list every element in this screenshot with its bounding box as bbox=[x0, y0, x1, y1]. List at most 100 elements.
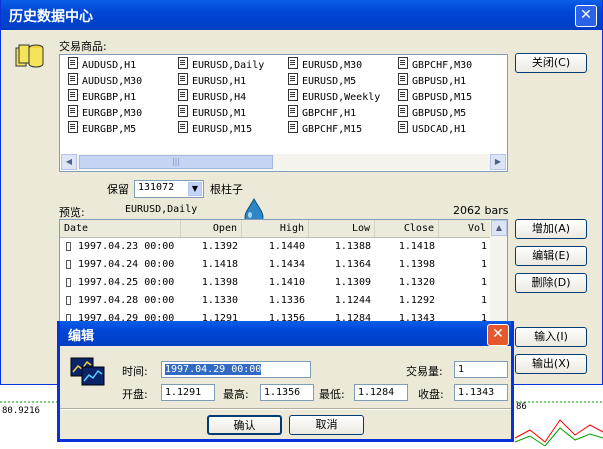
product-item[interactable]: USDCAD,H1 bbox=[398, 121, 466, 137]
cancel-button[interactable]: 取消 bbox=[289, 415, 364, 435]
product-item[interactable]: EURGBP,H1 bbox=[68, 89, 136, 105]
close-button[interactable]: 关闭(C) bbox=[515, 53, 587, 73]
product-item[interactable]: EURUSD,M15 bbox=[178, 121, 252, 137]
scroll-up-icon[interactable]: ▲ bbox=[491, 220, 507, 236]
document-icon bbox=[178, 73, 188, 85]
close-label: 收盘: bbox=[418, 388, 444, 401]
open-field[interactable]: 1.1291 bbox=[161, 384, 215, 401]
product-item[interactable]: EURGBP,M5 bbox=[68, 121, 136, 137]
product-label: AUDUSD,H1 bbox=[82, 60, 137, 71]
product-item[interactable]: AUDUSD,M30 bbox=[68, 73, 142, 89]
low-label: 最低: bbox=[319, 388, 345, 401]
column-low[interactable]: Low bbox=[309, 220, 375, 237]
product-item[interactable]: GBPCHF,M30 bbox=[398, 57, 472, 73]
bars-count: 2062 bars bbox=[453, 204, 509, 217]
product-item[interactable]: GBPUSD,H1 bbox=[398, 73, 466, 89]
column-date[interactable]: Date bbox=[60, 220, 181, 237]
document-icon bbox=[68, 57, 78, 69]
table-cell: 1.1418 bbox=[201, 259, 238, 270]
product-item[interactable]: EURUSD,H4 bbox=[178, 89, 246, 105]
delete-button[interactable]: 删除(D) bbox=[515, 273, 587, 293]
table-cell: 1.1418 bbox=[398, 241, 435, 252]
document-icon bbox=[398, 121, 408, 133]
low-field[interactable]: 1.1284 bbox=[354, 384, 408, 401]
product-item[interactable]: EURUSD,M30 bbox=[288, 57, 362, 73]
product-item[interactable]: GBPCHF,H1 bbox=[288, 105, 356, 121]
product-item[interactable]: GBPCHF,M15 bbox=[288, 121, 362, 137]
close-icon[interactable]: ✕ bbox=[487, 324, 509, 346]
column-close[interactable]: Close bbox=[375, 220, 439, 237]
table-row[interactable]: 1997.04.24 00:00 1.1418 1.1434 1.1364 1.1398… bbox=[60, 256, 491, 273]
column-open[interactable]: Open bbox=[181, 220, 242, 237]
close-icon[interactable]: ✕ bbox=[575, 5, 597, 27]
table-cell: 1.1292 bbox=[398, 295, 435, 306]
table-cell: 1.1388 bbox=[334, 241, 371, 252]
product-item[interactable]: EURUSD,Daily bbox=[178, 57, 264, 73]
divider bbox=[60, 408, 511, 410]
product-label: EURUSD,Daily bbox=[192, 60, 265, 71]
keep-label: 保留 bbox=[107, 183, 129, 196]
bar-icon bbox=[66, 242, 71, 251]
product-label: GBPUSD,M15 bbox=[412, 92, 473, 103]
table-row[interactable]: 1997.04.28 00:00 1.1330 1.1336 1.1244 1.1292… bbox=[60, 292, 491, 309]
keep-select[interactable]: 131072 ▼ bbox=[134, 180, 204, 198]
scroll-right-icon[interactable]: ▶ bbox=[490, 154, 506, 170]
product-item[interactable]: GBPUSD,M5 bbox=[398, 105, 466, 121]
product-item[interactable]: GBPUSD,M15 bbox=[398, 89, 472, 105]
edit-button[interactable]: 编辑(E) bbox=[515, 246, 587, 266]
product-item[interactable]: EURUSD,H1 bbox=[178, 73, 246, 89]
product-label: AUDUSD,M30 bbox=[82, 76, 143, 87]
import-button[interactable]: 输入(I) bbox=[515, 327, 587, 347]
preview-label: 预览: bbox=[59, 206, 85, 219]
high-label: 最高: bbox=[223, 388, 249, 401]
document-icon bbox=[68, 73, 78, 85]
product-label: EURUSD,M5 bbox=[302, 76, 357, 87]
table-row[interactable]: 1997.04.25 00:00 1.1398 1.1410 1.1309 1.1320… bbox=[60, 274, 491, 291]
table-cell: 1.1398 bbox=[398, 259, 435, 270]
add-button[interactable]: 增加(A) bbox=[515, 219, 587, 239]
edit-title-bar: 编辑 ✕ bbox=[60, 321, 511, 346]
table-cell: 1 bbox=[480, 241, 487, 252]
time-field[interactable]: 1997.04.29 00:00 bbox=[161, 361, 311, 378]
document-icon bbox=[398, 73, 408, 85]
vertical-scrollbar[interactable]: ▲ bbox=[490, 220, 507, 328]
close-field[interactable]: 1.1343 bbox=[454, 384, 508, 401]
product-item[interactable]: AUDUSD,H1 bbox=[68, 57, 136, 73]
products-list[interactable]: AUDUSD,H1 EURUSD,Daily EURUSD,M30 GBPCHF,M3… bbox=[59, 54, 508, 172]
tick-label: 86 bbox=[516, 402, 527, 412]
table-cell: 1997.04.28 00:00 bbox=[78, 295, 175, 306]
product-label: EURUSD,M1 bbox=[192, 108, 247, 119]
table-header: Date Open High Low Close Vol bbox=[60, 220, 491, 238]
table-cell: 1.1336 bbox=[268, 295, 305, 306]
edit-dialog-title: 编辑 bbox=[68, 329, 95, 344]
product-item[interactable]: EURUSD,M1 bbox=[178, 105, 246, 121]
export-button[interactable]: 输出(X) bbox=[515, 354, 587, 374]
document-icon bbox=[68, 89, 78, 101]
document-icon bbox=[288, 57, 298, 69]
data-table[interactable]: Date Open High Low Close Vol 1997.04.23 … bbox=[59, 219, 508, 329]
high-field[interactable]: 1.1356 bbox=[260, 384, 314, 401]
table-row[interactable]: 1997.04.23 00:00 1.1392 1.1440 1.1388 1.1418… bbox=[60, 238, 491, 255]
product-item[interactable]: EURGBP,M30 bbox=[68, 105, 142, 121]
product-item[interactable]: EURUSD,M5 bbox=[288, 73, 356, 89]
scroll-left-icon[interactable]: ◀ bbox=[61, 154, 77, 170]
scroll-thumb[interactable]: ||| bbox=[79, 155, 273, 169]
time-label: 时间: bbox=[122, 365, 148, 378]
product-item[interactable]: EURUSD,Weekly bbox=[288, 89, 380, 105]
ok-button[interactable]: 确认 bbox=[207, 415, 282, 435]
chevron-down-icon[interactable]: ▼ bbox=[188, 182, 202, 196]
product-label: EURUSD,M15 bbox=[192, 124, 253, 135]
table-cell: 1.1330 bbox=[201, 295, 238, 306]
horizontal-scrollbar[interactable]: ◀ ||| ▶ bbox=[61, 154, 506, 170]
document-icon bbox=[178, 89, 188, 101]
table-cell: 1997.04.23 00:00 bbox=[78, 241, 175, 252]
table-cell: 1.1398 bbox=[201, 277, 238, 288]
product-label: GBPCHF,H1 bbox=[302, 108, 357, 119]
column-high[interactable]: High bbox=[242, 220, 309, 237]
volume-field[interactable]: 1 bbox=[454, 361, 508, 378]
window-title: 历史数据中心 bbox=[9, 9, 93, 25]
column-vol[interactable]: Vol bbox=[439, 220, 491, 237]
table-cell: 1.1244 bbox=[334, 295, 371, 306]
bar-icon bbox=[66, 278, 71, 287]
product-label: EURGBP,M5 bbox=[82, 124, 137, 135]
